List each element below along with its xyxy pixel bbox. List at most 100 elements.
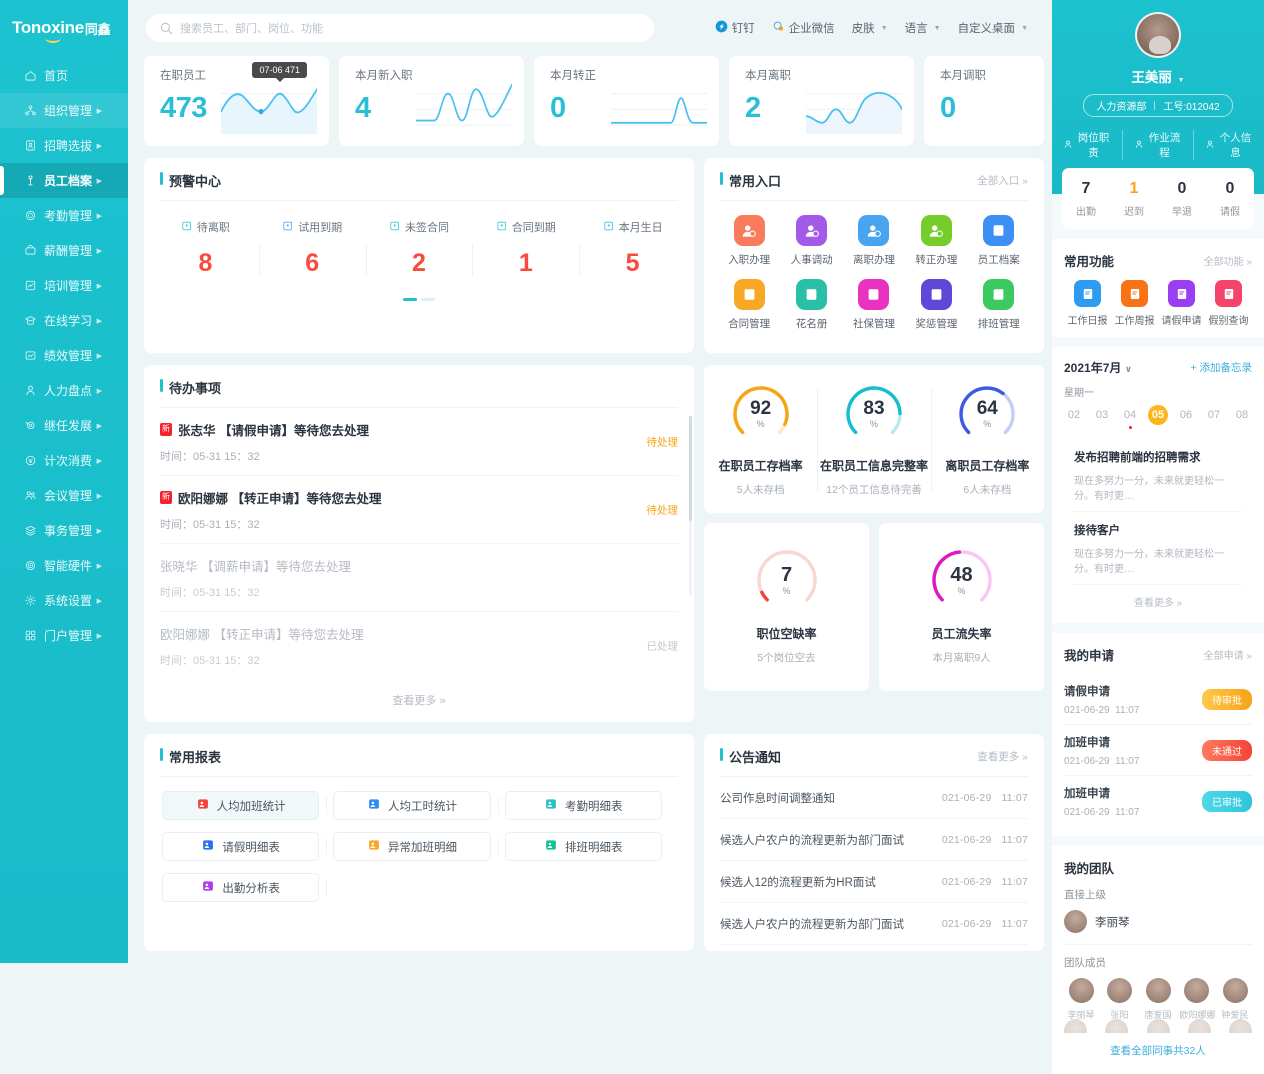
- team-member-4[interactable]: 欧阳娜娜: [1180, 978, 1216, 1021]
- team-member-1[interactable]: 李丽琴: [1064, 978, 1098, 1021]
- sidebar-item-5[interactable]: 考勤管理 ▶: [0, 198, 128, 233]
- carousel-dots[interactable]: [144, 284, 694, 313]
- gauge-bottom-2[interactable]: 48% 员工流失率 本月离职9人: [879, 523, 1044, 691]
- entry-10[interactable]: 排班管理: [968, 279, 1030, 331]
- avatar[interactable]: [1135, 12, 1181, 58]
- memo-item-2[interactable]: 接待客户 现在多努力一分，未来就更轻松一分。有时更…: [1074, 512, 1242, 585]
- warning-item-4[interactable]: 合同到期 1: [472, 219, 579, 278]
- sidebar-item-9[interactable]: 绩效管理 ▶: [0, 338, 128, 373]
- attendance-stat-2[interactable]: 1 迟到: [1110, 180, 1158, 218]
- memo-item-1[interactable]: 发布招聘前端的招聘需求 现在多努力一分，未来就更轻松一分。有时更…: [1074, 439, 1242, 512]
- topbar-item-2[interactable]: 企业微信: [772, 20, 835, 36]
- team-member-3[interactable]: 唐爱国: [1141, 978, 1175, 1021]
- entry-1[interactable]: 入职办理: [718, 215, 780, 267]
- topbar-item-4[interactable]: 语言 ▼: [905, 20, 941, 36]
- carousel-dot-active[interactable]: [403, 298, 417, 301]
- profile-name-row[interactable]: 王美丽 ▼: [1052, 66, 1264, 86]
- notice-item-3[interactable]: 候选人12的流程更新为HR面试 021-06-29 11:07: [720, 861, 1028, 903]
- entry-6[interactable]: 合同管理: [718, 279, 780, 331]
- attendance-stat-3[interactable]: 0 早退: [1158, 180, 1206, 218]
- kpi-card-5[interactable]: 本月调职 0: [924, 56, 1044, 146]
- notice-item-2[interactable]: 候选人户农户的流程更新为部门面试 021-06-29 11:07: [720, 819, 1028, 861]
- sidebar-item-4[interactable]: 员工档案 ▶: [0, 163, 128, 198]
- sidebar-item-16[interactable]: 系统设置 ▶: [0, 583, 128, 618]
- calendar-month[interactable]: 2021年7月 ∨: [1064, 359, 1132, 376]
- application-item-2[interactable]: 加班申请 021-06-29 11:07 未通过: [1064, 725, 1252, 776]
- topbar-item-3[interactable]: 皮肤 ▼: [852, 20, 888, 36]
- warning-item-2[interactable]: 试用到期 6: [258, 219, 366, 278]
- kpi-card-1[interactable]: 在职员工 473 07-06 471: [144, 56, 329, 146]
- todo-scrollbar[interactable]: [689, 416, 692, 596]
- entry-7[interactable]: 花名册: [780, 279, 842, 331]
- attendance-stat-4[interactable]: 0 请假: [1206, 180, 1254, 218]
- search-input[interactable]: 搜索员工、部门、岗位、功能: [146, 14, 654, 42]
- calendar-day-03[interactable]: 03: [1092, 405, 1112, 425]
- entry-3[interactable]: 离职办理: [843, 215, 905, 267]
- topbar-item-1[interactable]: 钉钉: [715, 20, 755, 36]
- report-button-4[interactable]: 请假明细表: [162, 832, 320, 861]
- warning-item-1[interactable]: 待离职 8: [152, 219, 259, 278]
- todo-item-1[interactable]: 新张志华 【请假申请】等待您去处理 时间：05-31 15：32 待处理: [160, 408, 678, 476]
- function-2[interactable]: 工作周报: [1111, 280, 1158, 327]
- team-all-link[interactable]: 查看全部同事共32人: [1064, 1033, 1252, 1064]
- function-3[interactable]: 请假申请: [1158, 280, 1205, 327]
- calendar-day-06[interactable]: 06: [1176, 405, 1196, 425]
- sidebar-item-17[interactable]: 门户管理 ▶: [0, 618, 128, 653]
- sidebar-item-7[interactable]: 培训管理 ▶: [0, 268, 128, 303]
- sidebar-item-13[interactable]: 会议管理 ▶: [0, 478, 128, 513]
- team-member-5[interactable]: 钟爱民: [1218, 978, 1252, 1021]
- carousel-dot[interactable]: [421, 298, 435, 301]
- kpi-card-2[interactable]: 本月新入职 4: [339, 56, 524, 146]
- todo-item-4[interactable]: 欧阳娜娜 【转正申请】等待您去处理 时间：05-31 15：32 已处理: [160, 612, 678, 679]
- memo-more-link[interactable]: 查看更多 »: [1074, 585, 1242, 619]
- todo-item-2[interactable]: 新欧阳娜娜 【转正申请】等待您去处理 时间：05-31 15：32 待处理: [160, 476, 678, 544]
- team-member-2[interactable]: 张阳: [1103, 978, 1137, 1021]
- calendar-day-04[interactable]: 04: [1120, 405, 1140, 429]
- sidebar-item-1[interactable]: 首页: [0, 58, 128, 93]
- warning-item-5[interactable]: 本月生日 5: [579, 219, 686, 278]
- calendar-day-08[interactable]: 08: [1232, 405, 1252, 425]
- profile-link-3[interactable]: 个人信息: [1193, 130, 1264, 160]
- applications-more-link[interactable]: 全部申请 »: [1204, 647, 1252, 662]
- kpi-card-4[interactable]: 本月离职 2: [729, 56, 914, 146]
- sidebar-item-12[interactable]: 计次消费 ▶: [0, 443, 128, 478]
- entries-more-link[interactable]: 全部入口 »: [977, 173, 1028, 188]
- todo-more-link[interactable]: 查看更多 »: [144, 679, 694, 722]
- sidebar-item-6[interactable]: 薪酬管理 ▶: [0, 233, 128, 268]
- attendance-stat-1[interactable]: 7 出勤: [1062, 180, 1110, 218]
- functions-more-link[interactable]: 全部功能 »: [1204, 253, 1252, 268]
- gauge-top-2[interactable]: 83% 在职员工信息完整率 12个员工信息待完善: [817, 383, 930, 497]
- sidebar-item-3[interactable]: 招聘选拔 ▶: [0, 128, 128, 163]
- gauge-bottom-1[interactable]: 7% 职位空缺率 5个岗位空去: [704, 523, 869, 691]
- application-item-1[interactable]: 请假申请 021-06-29 11:07 待审批: [1064, 674, 1252, 725]
- report-button-3[interactable]: 考勤明细表: [504, 791, 662, 820]
- calendar-day-05[interactable]: 05: [1148, 405, 1168, 425]
- gauge-top-3[interactable]: 64% 离职员工存档率 6人未存档: [930, 383, 1044, 497]
- gauge-top-1[interactable]: 92% 在职员工存档率 5人未存档: [704, 383, 817, 497]
- sidebar-item-11[interactable]: 继任发展 ▶: [0, 408, 128, 443]
- kpi-card-3[interactable]: 本月转正 0: [534, 56, 719, 146]
- topbar-item-5[interactable]: 自定义桌面 ▼: [958, 20, 1028, 36]
- team-leader[interactable]: 李丽琴: [1064, 910, 1252, 945]
- report-button-1[interactable]: 人均加班统计: [162, 791, 320, 820]
- todo-item-3[interactable]: 张晓华 【调薪申请】等待您去处理 时间：05-31 15：32: [160, 544, 678, 612]
- sidebar-item-2[interactable]: 组织管理 ▶: [0, 93, 128, 128]
- entry-4[interactable]: 转正办理: [905, 215, 967, 267]
- notices-more-link[interactable]: 查看更多 »: [977, 749, 1028, 764]
- entry-5[interactable]: 员工档案: [968, 215, 1030, 267]
- notice-item-1[interactable]: 公司作息时间调整通知 021-06-29 11:07: [720, 777, 1028, 819]
- entry-2[interactable]: 人事调动: [780, 215, 842, 267]
- profile-link-1[interactable]: 岗位职责: [1052, 130, 1122, 160]
- calendar-day-07[interactable]: 07: [1204, 405, 1224, 425]
- profile-link-2[interactable]: 作业流程: [1122, 130, 1193, 160]
- report-button-5[interactable]: 异常加班明细: [333, 832, 491, 861]
- warning-item-3[interactable]: 未签合同 2: [365, 219, 473, 278]
- sidebar-item-10[interactable]: 人力盘点 ▶: [0, 373, 128, 408]
- sidebar-item-15[interactable]: 智能硬件 ▶: [0, 548, 128, 583]
- sidebar-item-14[interactable]: 事务管理 ▶: [0, 513, 128, 548]
- function-4[interactable]: 假别查询: [1205, 280, 1252, 327]
- report-button-2[interactable]: 人均工时统计: [333, 791, 491, 820]
- report-button-7[interactable]: 出勤分析表: [162, 873, 320, 902]
- function-1[interactable]: 工作日报: [1064, 280, 1111, 327]
- report-button-6[interactable]: 排班明细表: [504, 832, 662, 861]
